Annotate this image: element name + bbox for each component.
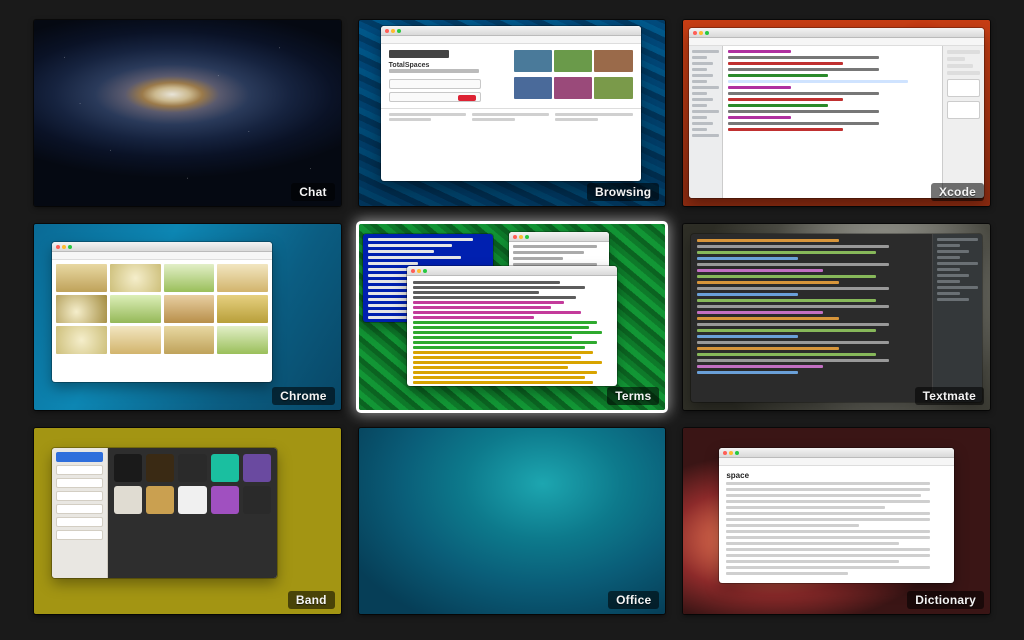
dictionary-definition <box>726 482 947 575</box>
amp-icon <box>178 454 206 482</box>
space-label: Office <box>608 591 659 609</box>
textmate-window <box>691 234 982 402</box>
xcode-toolbar <box>689 38 984 46</box>
xcode-window <box>689 28 984 198</box>
desktop-wallpaper <box>359 428 666 614</box>
xcode-navigator <box>689 46 723 198</box>
zoom-icon <box>735 451 739 455</box>
project-sidebar <box>52 448 108 578</box>
space-label: Dictionary <box>907 591 984 609</box>
space-terms[interactable]: Terms <box>359 224 666 410</box>
window-titlebar <box>689 28 984 38</box>
voice-icon <box>211 454 239 482</box>
space-chrome[interactable]: Chrome <box>34 224 341 410</box>
desktop-wallpaper-galaxy <box>34 20 341 206</box>
spaces-overview-grid: Chat TotalSpaces <box>0 0 1024 640</box>
space-textmate[interactable]: Textmate <box>683 224 990 410</box>
space-label: Band <box>288 591 335 609</box>
product-name: TotalSpaces <box>389 62 508 69</box>
zoom-icon <box>705 31 709 35</box>
close-icon <box>723 451 727 455</box>
space-label: Textmate <box>915 387 984 405</box>
close-icon <box>385 29 389 33</box>
space-xcode[interactable]: Xcode <box>683 20 990 206</box>
textmate-drawer <box>932 234 982 402</box>
minimize-icon <box>729 451 733 455</box>
product-tagline <box>389 69 479 73</box>
window-titlebar <box>52 242 272 252</box>
guitar-icon <box>146 454 174 482</box>
minimize-icon <box>62 245 66 249</box>
podcast-icon <box>211 486 239 514</box>
dictionary-headword: space <box>726 471 947 480</box>
close-icon <box>693 31 697 35</box>
chrome-toolbar <box>52 252 272 260</box>
image-search-grid <box>52 260 272 358</box>
space-label: Xcode <box>931 183 984 201</box>
zoom-icon <box>397 29 401 33</box>
project-template-grid <box>108 448 277 578</box>
window-titlebar <box>381 26 641 36</box>
textmate-editor <box>691 234 932 402</box>
dictionary-window: space <box>719 448 954 583</box>
space-label: Chrome <box>272 387 335 405</box>
sidebar-item-new-project <box>56 452 103 462</box>
space-dictionary[interactable]: space Dictionary <box>683 428 990 614</box>
chrome-window <box>52 242 272 382</box>
space-label: Terms <box>607 387 659 405</box>
piano-icon <box>114 454 142 482</box>
space-chat[interactable]: Chat <box>34 20 341 206</box>
acoustic-icon <box>146 486 174 514</box>
buy-button <box>389 92 481 102</box>
browser-window: TotalSpaces <box>381 26 641 181</box>
screenshot-grid <box>514 50 633 102</box>
dictionary-toolbar <box>719 458 954 466</box>
songwriting-icon <box>178 486 206 514</box>
xcode-inspector <box>942 46 984 198</box>
window-titlebar <box>719 448 954 458</box>
loops-icon <box>114 486 142 514</box>
product-logo <box>389 50 449 58</box>
keyboard-icon <box>243 454 271 482</box>
minimize-icon <box>699 31 703 35</box>
space-office[interactable]: Office <box>359 428 666 614</box>
space-band[interactable]: Band <box>34 428 341 614</box>
download-button <box>389 79 481 89</box>
space-label: Browsing <box>587 183 659 201</box>
xcode-editor <box>723 46 942 198</box>
terminal-window-log <box>407 266 617 386</box>
space-browsing[interactable]: TotalSpaces Browsing <box>359 20 666 206</box>
minimize-icon <box>391 29 395 33</box>
garageband-window <box>52 448 277 578</box>
close-icon <box>56 245 60 249</box>
space-label: Chat <box>291 183 334 201</box>
browser-toolbar <box>381 36 641 44</box>
zoom-icon <box>68 245 72 249</box>
movie-icon <box>243 486 271 514</box>
